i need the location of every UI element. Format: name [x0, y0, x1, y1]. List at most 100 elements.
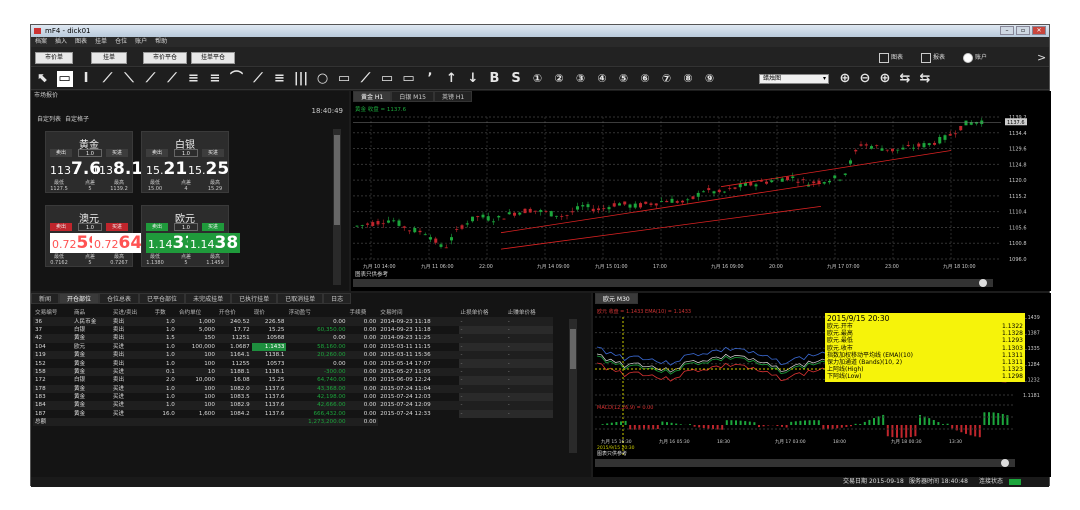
tool-4-icon[interactable]: ④	[594, 71, 610, 87]
tool-7-icon[interactable]: ⑦	[659, 71, 675, 87]
sell-button[interactable]: 卖出	[50, 223, 72, 231]
vlines-icon[interactable]: |||	[293, 71, 309, 87]
column-header[interactable]: 止损单价格	[459, 309, 506, 317]
menu-order[interactable]: 挂单	[95, 37, 107, 47]
tab-custom-grid[interactable]: 自定格子	[65, 115, 89, 124]
buy-button[interactable]: 买进	[202, 149, 224, 157]
take-profit-cell[interactable]: -	[505, 342, 553, 351]
limit-close-button[interactable]: 挂单平仓	[191, 52, 235, 64]
tab-custom-list[interactable]: 自定列表	[37, 115, 61, 124]
stop-loss-cell[interactable]: -	[458, 384, 506, 393]
stop-loss-cell[interactable]: -	[458, 342, 506, 351]
autoscroll-icon[interactable]: ⇆	[917, 71, 933, 87]
positions-tab[interactable]: 已执行挂单	[231, 293, 278, 304]
take-profit-cell[interactable]: -	[505, 334, 553, 343]
lot-stepper[interactable]: 1.0	[174, 223, 198, 231]
rectangle-icon[interactable]: ▭	[336, 71, 352, 87]
pitchfork-icon[interactable]: ⟋	[250, 71, 266, 87]
market-order-button[interactable]: 市价单	[35, 52, 73, 64]
channel-icon[interactable]: ⟋	[164, 71, 180, 87]
quote-card[interactable]: 欧元 卖出 1.0 买进 1.1433 1.1438 最低 1.1380 点差 5 最高 1.1459	[141, 205, 241, 267]
menu-account[interactable]: 账户	[135, 37, 147, 47]
ellipse-icon[interactable]: ○	[315, 71, 331, 87]
account-button[interactable]: 账户	[963, 52, 987, 64]
column-header[interactable]: 买进/卖出	[111, 309, 153, 317]
table-row[interactable]: 158 黄金 买进 0.1 10 1188.1 1138.1 -300.00 0.00 2015-…	[33, 367, 553, 377]
positions-tab[interactable]: 已平仓部位	[139, 293, 186, 304]
tool-9-icon[interactable]: ⑨	[702, 71, 718, 87]
market-scrollbar[interactable]	[333, 129, 341, 285]
quote-card[interactable]: 黄金 卖出 1.0 买进 1137.6 1138.1 最低 1127.5 点差 5 最高 1139.2	[45, 131, 143, 193]
menu-help[interactable]: 帮助	[155, 37, 167, 47]
take-profit-cell[interactable]: -	[505, 317, 553, 326]
quote-card[interactable]: 白银 卖出 1.0 买进 15.21 15.25 最低 15.00 点差 4 最高 15.29	[141, 131, 229, 193]
table-row[interactable]: 187 黄金 买进 16.0 1,600 1084.2 1137.6 666,432.00 0.…	[33, 409, 553, 419]
charts-button[interactable]: 图表	[879, 52, 903, 64]
fibo-icon[interactable]: ≡	[207, 71, 223, 87]
sub-scroller-handle[interactable]	[1001, 459, 1009, 467]
arc-icon[interactable]: ⌒	[229, 71, 245, 87]
table-row[interactable]: 37 白银 卖出 1.0 5,000 17.72 15.25 60,350.00 0.00 201…	[33, 325, 553, 335]
cursor-icon[interactable]: ⬉	[35, 71, 51, 87]
quote-card[interactable]: 澳元 卖出 1.0 买进 0.7259 0.7264 最低 0.7162 点差 5 最高 0.7267	[45, 205, 145, 267]
take-profit-cell[interactable]: -	[505, 409, 553, 419]
column-header[interactable]: 手数	[153, 309, 177, 317]
stop-loss-cell[interactable]: -	[458, 350, 506, 360]
minimize-button[interactable]: –	[1000, 26, 1014, 35]
tab-eur-m30[interactable]: 欧元 M30	[595, 293, 638, 304]
take-profit-cell[interactable]: -	[505, 384, 553, 393]
stop-loss-cell[interactable]: -	[458, 392, 506, 402]
table-row[interactable]: 184 黄金 买进 1.0 100 1082.9 1137.6 42,666.00 0.00 20…	[33, 401, 553, 410]
sell-button[interactable]: 卖出	[146, 223, 168, 231]
ask-price[interactable]: 1.1438	[188, 233, 241, 253]
stop-loss-cell[interactable]: -	[458, 401, 506, 410]
bid-price[interactable]: 15.21	[146, 159, 187, 179]
table-row[interactable]: 119 黄金 卖出 1.0 100 1164.1 1138.1 20,260.00 0.00 20…	[33, 350, 553, 360]
take-profit-cell[interactable]: -	[505, 367, 553, 377]
column-header[interactable]: 止赚单价格	[506, 309, 553, 317]
chart-scroller[interactable]	[353, 279, 993, 287]
take-profit-cell[interactable]: -	[505, 359, 553, 368]
table-row[interactable]: 183 黄金 买进 1.0 100 1083.5 1137.6 42,198.00 0.00 20…	[33, 392, 553, 402]
scroller-handle[interactable]	[979, 279, 987, 287]
stop-loss-cell[interactable]: -	[458, 359, 506, 368]
menu-position[interactable]: 仓位	[115, 37, 127, 47]
tool-8-icon[interactable]: ⑧	[680, 71, 696, 87]
scroll-icon[interactable]: ⇆	[897, 71, 913, 87]
take-profit-cell[interactable]: -	[505, 401, 553, 410]
ask-price[interactable]: 15.25	[188, 159, 229, 179]
stop-loss-cell[interactable]: -	[458, 334, 506, 343]
column-header[interactable]: 现价	[252, 309, 287, 317]
zoom-out-icon[interactable]: ⊖	[857, 71, 873, 87]
ray-icon[interactable]: ⟍	[121, 71, 137, 87]
chart-type-select[interactable]: 蜡烛图 ▾	[759, 74, 829, 84]
sub-chart-scroller[interactable]	[595, 459, 1015, 467]
positions-tab[interactable]: 日志	[323, 293, 352, 304]
table-row[interactable]: 104 欧元 买进 1.0 100,000 1.0687 1.1433 58,160.00 0.…	[33, 342, 553, 351]
chevron-right-icon[interactable]: >	[1037, 52, 1046, 64]
table-row[interactable]: 152 黄金 卖出 1.0 100 11255 10573 0.00 0.00 2015-05-1…	[33, 359, 553, 368]
hline-icon[interactable]: ≡	[186, 71, 202, 87]
lot-stepper[interactable]: 1.0	[174, 149, 198, 157]
take-profit-cell[interactable]: -	[505, 325, 553, 335]
buy-button[interactable]: 买进	[202, 223, 224, 231]
pen-icon[interactable]: ⟋	[358, 71, 374, 87]
tool-3-icon[interactable]: ③	[573, 71, 589, 87]
up-arrow-icon[interactable]: ↑	[444, 71, 460, 87]
menu-file[interactable]: 档案	[35, 37, 47, 47]
trend-icon[interactable]: ⟋	[143, 71, 159, 87]
sell-icon[interactable]: S	[508, 71, 524, 87]
buy-icon[interactable]: B	[487, 71, 503, 87]
positions-tab[interactable]: 仓位总表	[99, 293, 140, 304]
chart-tab[interactable]: 黄金 H1	[353, 91, 392, 102]
text-icon[interactable]: I	[78, 71, 94, 87]
ask-price[interactable]: 0.7264	[92, 233, 145, 253]
tool-5-icon[interactable]: ⑤	[616, 71, 632, 87]
sell-button[interactable]: 卖出	[50, 149, 72, 157]
stop-loss-cell[interactable]: -	[458, 376, 506, 385]
chart-tab[interactable]: 英镑 H1	[433, 91, 473, 102]
grid-icon[interactable]: ▭	[401, 71, 417, 87]
table-row[interactable]: 172 白银 卖出 2.0 10,000 16.08 15.25 64,740.00 0.00 2…	[33, 376, 553, 385]
hist-icon[interactable]: ▭	[379, 71, 395, 87]
column-header[interactable]: 浮动盈亏	[286, 309, 347, 317]
